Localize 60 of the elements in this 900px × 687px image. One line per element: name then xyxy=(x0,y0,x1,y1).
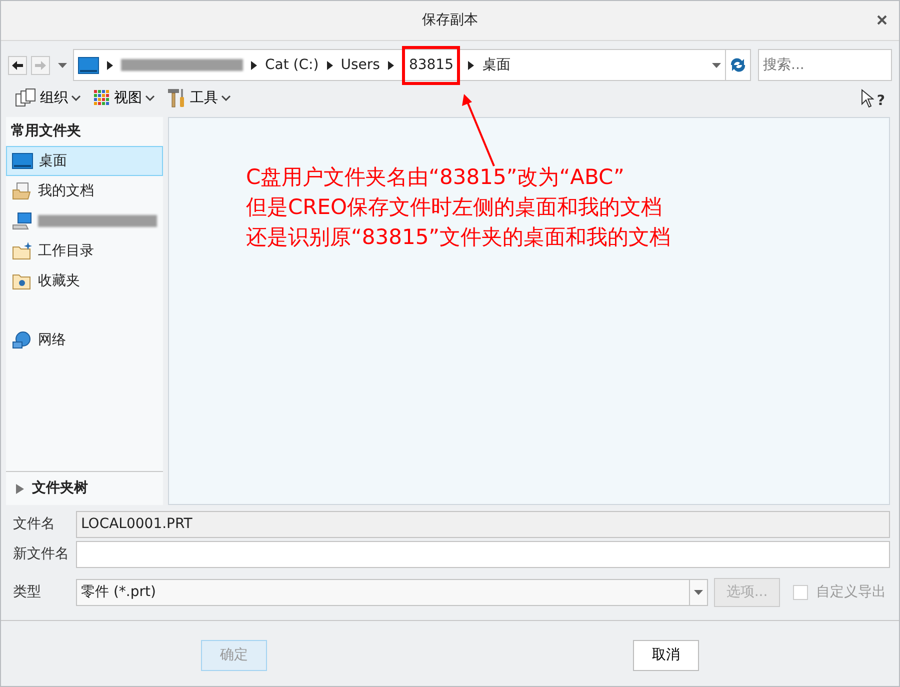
breadcrumb-arrow-icon[interactable] xyxy=(251,60,257,70)
field-label: 类型 xyxy=(13,582,42,602)
field-label: 新文件名 xyxy=(13,544,70,564)
breadcrumb-item[interactable]: Cat (C:) xyxy=(265,54,319,76)
computer-icon xyxy=(78,56,99,74)
chevron-icon xyxy=(145,95,155,101)
document-folder-icon xyxy=(12,182,32,200)
sidebar-item[interactable]: 桌面 xyxy=(6,146,163,176)
back-button[interactable] xyxy=(8,56,27,74)
dialog-button[interactable]: 取消 xyxy=(633,640,699,671)
caret-icon[interactable] xyxy=(58,62,67,68)
triangle-icon xyxy=(16,484,24,494)
toolbar-menu-button[interactable]: 视图 xyxy=(89,88,159,108)
folder-icon xyxy=(12,242,32,260)
sidebar-item[interactable]: 收藏夹 xyxy=(6,266,163,296)
chevron-icon xyxy=(71,95,81,101)
type-dropdown[interactable]: 零件 (*.prt) xyxy=(76,578,708,606)
new-file-name-field[interactable] xyxy=(76,540,890,568)
arrow-icon xyxy=(34,60,47,70)
sidebar-item[interactable]: 工作目录 xyxy=(6,236,163,266)
close-icon[interactable] xyxy=(877,15,887,25)
sidebar-item[interactable]: 网络 xyxy=(6,325,163,355)
cursor-icon xyxy=(860,88,874,108)
breadcrumb-arrow-icon[interactable] xyxy=(388,60,394,70)
window-title: 保存副本 xyxy=(422,11,478,30)
toolbar-menu-button[interactable]: 组织 xyxy=(11,88,85,108)
annotation-text: 但是CREO保存文件时左侧的桌面和我的文档 xyxy=(246,194,664,221)
monitor-icon xyxy=(12,153,33,169)
refresh-button[interactable] xyxy=(726,49,751,81)
sidebar-item-label: 工作目录 xyxy=(38,242,94,260)
sidebar-heading: 常用文件夹 xyxy=(10,122,82,141)
organize-icon xyxy=(15,88,37,108)
sidebar-item-label: 收藏夹 xyxy=(38,272,80,290)
breadcrumb-arrow-icon[interactable] xyxy=(468,60,474,70)
sidebar-item-label: 桌面 xyxy=(39,152,67,170)
file-name-field[interactable]: LOCAL0001.PRT xyxy=(76,510,890,538)
star-folder-icon xyxy=(12,272,32,290)
sidebar-item[interactable]: 我的文档 xyxy=(6,176,163,206)
toolbar-menu-button[interactable]: 工具 xyxy=(163,88,235,108)
computer-icon xyxy=(12,212,32,230)
breadcrumb-item[interactable]: 桌面 xyxy=(482,54,510,76)
tools-icon xyxy=(167,88,187,108)
help-button[interactable]: ? xyxy=(856,84,889,112)
sidebar-item-label: 网络 xyxy=(38,330,66,350)
arrow-icon xyxy=(11,60,24,70)
sidebar-item-label: 我的文档 xyxy=(38,182,94,200)
refresh-icon xyxy=(729,57,747,73)
breadcrumb-item[interactable]: Users xyxy=(340,54,380,76)
field-label: 文件名 xyxy=(13,514,56,534)
annotation-text: 还是识别原“83815”文件夹的桌面和我的文档 xyxy=(246,224,672,251)
caret-icon xyxy=(694,590,703,594)
view-icon xyxy=(93,89,111,107)
breadcrumb-arrow-icon[interactable] xyxy=(326,60,333,70)
breadcrumb-item[interactable]: 83815 xyxy=(408,54,454,76)
dropdown-caret-icon[interactable] xyxy=(712,62,721,68)
globe-icon xyxy=(12,331,32,349)
chevron-icon xyxy=(221,95,231,101)
annotation-text: C盘用户文件夹名由“83815”改为“ABC” xyxy=(246,164,626,191)
breadcrumb-arrow-icon[interactable] xyxy=(107,60,113,70)
search-field[interactable]: 搜索... xyxy=(758,49,892,81)
